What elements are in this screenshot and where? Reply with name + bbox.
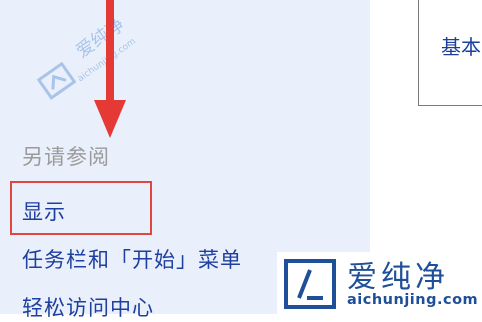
watermark-site: aichunjing.com xyxy=(347,292,479,308)
watermark-logo-icon xyxy=(284,259,336,309)
watermark-brand: 爱纯净 xyxy=(347,260,449,295)
content-panel: 基本 xyxy=(418,0,482,106)
see-also-heading: 另请参阅 xyxy=(22,145,110,169)
watermark-badge: 爱纯净 aichunjing.com xyxy=(277,252,482,314)
ease-of-access-center-link[interactable]: 轻松访问中心 xyxy=(22,292,154,322)
highlight-box xyxy=(10,181,152,235)
taskbar-start-menu-link[interactable]: 任务栏和「开始」菜单 xyxy=(22,244,242,274)
watermark-logo-icon xyxy=(36,61,76,100)
content-panel-text: 基本 xyxy=(441,35,481,59)
annotation-arrow-icon xyxy=(94,0,126,138)
